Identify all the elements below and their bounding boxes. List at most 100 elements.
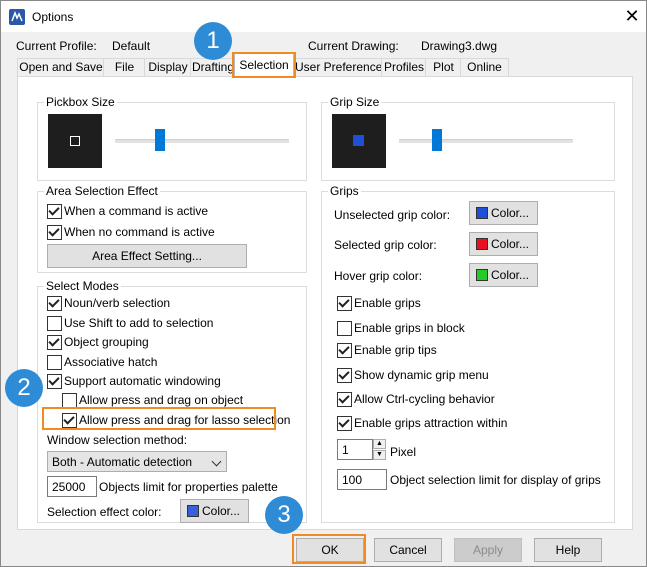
callout-3: 3 — [265, 496, 303, 534]
pickbox-track — [115, 139, 289, 143]
area-effect-setting-button[interactable]: Area Effect Setting... — [47, 244, 247, 268]
use-shift-checkbox[interactable] — [47, 316, 62, 331]
object-grouping-checkbox[interactable] — [47, 335, 62, 350]
close-icon[interactable]: ✕ — [621, 5, 643, 27]
cancel-button[interactable]: Cancel — [374, 538, 442, 562]
selection-panel: Pickbox Size Grip Size Area Selection Ef… — [17, 76, 633, 530]
effect-color-button[interactable]: Color... — [180, 499, 249, 523]
selected-color-swatch — [476, 238, 488, 250]
grip-limit-input[interactable]: 100 — [337, 469, 387, 490]
tab-online[interactable]: Online — [460, 58, 509, 76]
chevron-down-icon — [211, 456, 222, 467]
grip-size-slider[interactable] — [432, 129, 443, 151]
associative-hatch-checkbox[interactable] — [47, 355, 62, 370]
grip-size-group: Grip Size — [321, 95, 615, 181]
grip-tips-checkbox[interactable] — [337, 343, 352, 358]
tab-file[interactable]: File — [103, 58, 146, 76]
when-no-command-checkbox[interactable] — [47, 225, 62, 240]
effect-color-label: Selection effect color: — [47, 505, 162, 519]
selected-color-label: Selected grip color: — [334, 238, 437, 252]
callout-2: 2 — [5, 369, 43, 407]
pickbox-group: Pickbox Size — [37, 95, 307, 181]
effect-color-swatch — [187, 505, 199, 517]
app-icon — [9, 9, 25, 25]
tab-plot[interactable]: Plot — [425, 58, 462, 76]
apply-button[interactable]: Apply — [454, 538, 522, 562]
when-no-command-label: When no command is active — [64, 225, 215, 239]
pixel-input[interactable]: 1 — [337, 439, 373, 460]
pickbox-slider[interactable] — [155, 129, 166, 151]
tab-open-and-save[interactable]: Open and Save — [17, 58, 105, 76]
when-active-label: When a command is active — [64, 204, 209, 218]
selected-color-button-label: Color... — [491, 237, 530, 251]
title-bar: Options ✕ — [1, 1, 646, 32]
auto-windowing-checkbox[interactable] — [47, 374, 62, 389]
dynamic-grip-menu-label: Show dynamic grip menu — [354, 368, 489, 382]
grip-limit-label: Object selection limit for display of gr… — [390, 473, 601, 487]
window-title: Options — [32, 10, 74, 24]
spin-down-icon[interactable]: ▼ — [373, 450, 386, 460]
options-dialog: Options ✕ Current Profile: Default Curre… — [0, 0, 647, 567]
unselected-color-swatch — [476, 207, 488, 219]
tab-drafting[interactable]: Drafting — [190, 58, 236, 76]
press-drag-object-label: Allow press and drag on object — [79, 393, 244, 407]
grips-attraction-label: Enable grips attraction within — [354, 416, 508, 430]
select-modes-group: Select Modes Noun/verb selection Use Shi… — [37, 279, 307, 523]
objects-limit-input[interactable]: 25000 — [47, 476, 97, 497]
grip-tips-label: Enable grip tips — [354, 343, 437, 357]
window-method-label: Window selection method: — [47, 433, 188, 447]
lasso-highlight — [42, 407, 276, 430]
callout-1: 1 — [194, 22, 232, 60]
enable-grips-label: Enable grips — [354, 296, 421, 310]
tab-user-preferences[interactable]: User Preferences — [294, 58, 388, 76]
hover-color-button-label: Color... — [491, 268, 530, 282]
ctrl-cycling-checkbox[interactable] — [337, 392, 352, 407]
enable-grips-checkbox[interactable] — [337, 296, 352, 311]
tab-profiles[interactable]: Profiles — [381, 58, 427, 76]
select-modes-title: Select Modes — [44, 279, 121, 293]
pixel-spinner[interactable]: ▲ ▼ — [373, 439, 386, 460]
tab-display[interactable]: Display — [144, 58, 192, 76]
grip-size-title: Grip Size — [328, 95, 382, 109]
noun-verb-checkbox[interactable] — [47, 296, 62, 311]
grips-in-block-checkbox[interactable] — [337, 321, 352, 336]
ok-highlight — [292, 534, 366, 564]
noun-verb-label: Noun/verb selection — [64, 296, 171, 310]
dynamic-grip-menu-checkbox[interactable] — [337, 368, 352, 383]
ctrl-cycling-label: Allow Ctrl-cycling behavior — [354, 392, 495, 406]
current-profile-label: Current Profile: — [16, 39, 97, 53]
selected-color-button[interactable]: Color... — [469, 232, 538, 256]
current-drawing-value: Drawing3.dwg — [421, 39, 498, 53]
unselected-color-button-label: Color... — [491, 206, 530, 220]
objects-limit-label: Objects limit for properties palette — [99, 480, 278, 494]
grips-in-block-label: Enable grips in block — [354, 321, 465, 335]
current-profile-value: Default — [112, 39, 151, 53]
pixel-label: Pixel — [390, 445, 417, 459]
use-shift-label: Use Shift to add to selection — [64, 316, 214, 330]
unselected-color-label: Unselected grip color: — [334, 208, 451, 222]
current-drawing-label: Current Drawing: — [308, 39, 399, 53]
grip-preview — [332, 114, 386, 168]
auto-windowing-label: Support automatic windowing — [64, 374, 221, 388]
help-button[interactable]: Help — [534, 538, 602, 562]
associative-hatch-label: Associative hatch — [64, 355, 158, 369]
unselected-color-button[interactable]: Color... — [469, 201, 538, 225]
pickbox-title: Pickbox Size — [44, 95, 117, 109]
spin-up-icon[interactable]: ▲ — [373, 439, 386, 449]
press-drag-object-checkbox[interactable] — [62, 393, 77, 408]
window-method-select[interactable]: Both - Automatic detection — [47, 451, 227, 472]
when-active-checkbox[interactable] — [47, 204, 62, 219]
grips-title: Grips — [328, 184, 361, 198]
effect-color-button-label: Color... — [202, 504, 241, 518]
grip-size-track — [399, 139, 573, 143]
hover-color-button[interactable]: Color... — [469, 263, 538, 287]
hover-color-label: Hover grip color: — [334, 269, 423, 283]
pickbox-square — [70, 136, 80, 146]
area-selection-title: Area Selection Effect — [44, 184, 160, 198]
pickbox-preview — [48, 114, 102, 168]
hover-color-swatch — [476, 269, 488, 281]
object-grouping-label: Object grouping — [64, 335, 149, 349]
window-method-value: Both - Automatic detection — [52, 455, 193, 469]
grips-group: Grips Unselected grip color: Color... Se… — [321, 184, 615, 523]
grips-attraction-checkbox[interactable] — [337, 416, 352, 431]
